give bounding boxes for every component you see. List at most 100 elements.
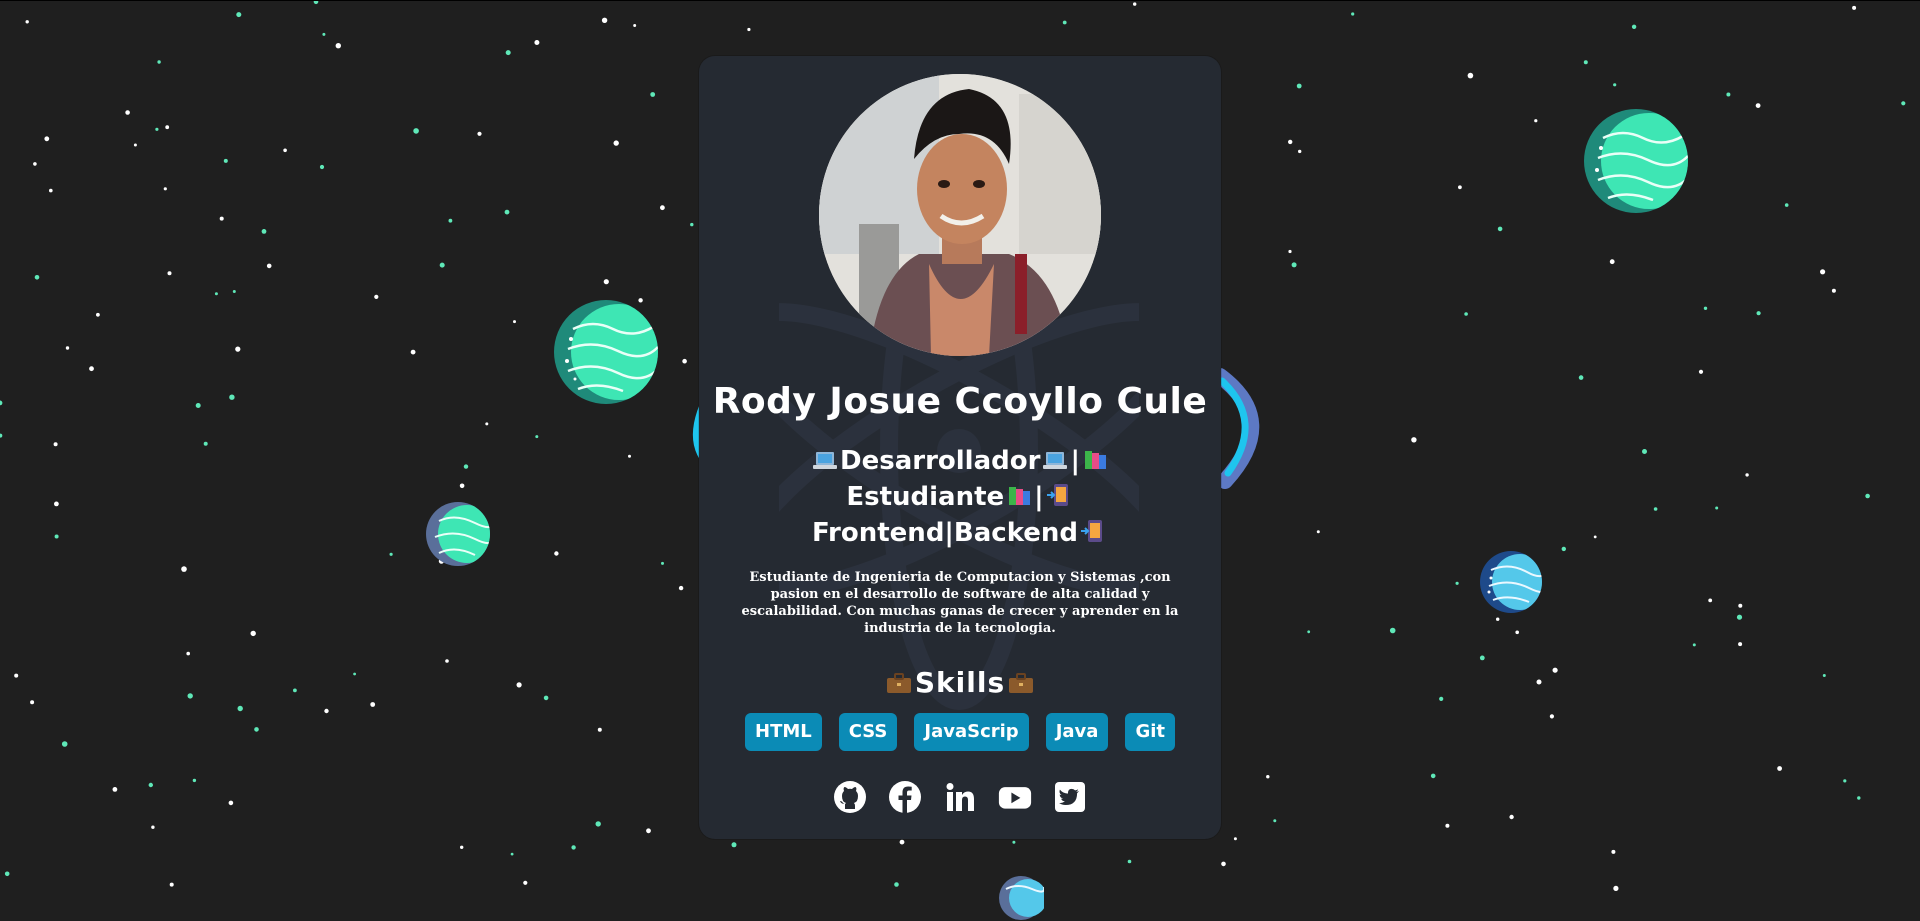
star	[54, 534, 59, 539]
star	[595, 821, 601, 827]
star	[1515, 630, 1519, 635]
star	[1708, 598, 1713, 603]
star	[324, 708, 329, 714]
star	[313, 1, 319, 5]
star	[195, 403, 201, 408]
star	[266, 263, 272, 269]
star	[1549, 714, 1554, 719]
star	[894, 882, 899, 887]
skill-badge-html: HTML	[745, 713, 822, 751]
star	[1389, 627, 1396, 634]
facebook-icon	[889, 781, 921, 813]
star	[1653, 507, 1658, 511]
star	[554, 551, 559, 556]
star	[603, 279, 609, 285]
star	[1445, 823, 1450, 828]
star	[1561, 546, 1567, 552]
star	[353, 672, 356, 676]
star	[1233, 837, 1237, 841]
star	[460, 845, 464, 849]
star	[1458, 185, 1462, 190]
star	[1062, 20, 1067, 25]
star	[89, 366, 94, 372]
star	[1578, 375, 1584, 380]
star	[4, 871, 10, 877]
star	[1726, 92, 1731, 97]
star	[1430, 773, 1436, 779]
star	[678, 585, 684, 591]
star	[571, 845, 576, 850]
star	[223, 158, 228, 163]
star	[293, 688, 297, 693]
star	[65, 346, 70, 350]
star	[237, 705, 243, 712]
star	[1583, 60, 1588, 65]
star	[1439, 696, 1444, 702]
planet-teal-right	[1584, 109, 1688, 213]
star	[1288, 139, 1293, 145]
star	[543, 695, 549, 701]
star	[504, 209, 510, 215]
star	[1221, 861, 1226, 867]
star	[646, 828, 651, 834]
star	[523, 880, 528, 885]
star	[650, 92, 656, 97]
star	[1784, 203, 1789, 207]
star	[163, 187, 167, 191]
star	[1464, 312, 1468, 316]
books-icon	[1084, 451, 1106, 469]
star	[236, 12, 242, 18]
skill-badge-css: CSS	[838, 713, 898, 751]
star	[1127, 859, 1132, 864]
star	[151, 825, 155, 829]
star	[203, 441, 208, 446]
books-icon	[1009, 487, 1031, 505]
star	[389, 552, 393, 556]
star	[445, 659, 449, 663]
github-link[interactable]	[833, 780, 867, 814]
star	[1509, 814, 1514, 820]
star	[513, 320, 516, 324]
star	[485, 422, 489, 426]
star	[1593, 535, 1597, 539]
youtube-link[interactable]	[998, 780, 1032, 814]
mobile-arrow-icon	[1081, 520, 1103, 542]
star	[1843, 779, 1847, 783]
star	[1411, 437, 1417, 443]
star	[219, 216, 224, 221]
star	[167, 271, 172, 276]
star	[1307, 630, 1311, 634]
star	[660, 205, 665, 211]
profile-roles: Desarrollador | Estudiante | Frontend|Back…	[699, 443, 1221, 551]
star	[1552, 667, 1558, 673]
star	[1467, 72, 1474, 79]
star	[1756, 311, 1761, 316]
star	[1642, 449, 1647, 454]
star	[1611, 849, 1616, 854]
skills-heading: Skills	[699, 666, 1221, 699]
star	[157, 60, 161, 64]
star	[0, 400, 3, 406]
facebook-link[interactable]	[888, 780, 922, 814]
star	[261, 229, 267, 234]
star	[374, 294, 379, 299]
star	[1273, 819, 1277, 823]
star	[1266, 775, 1270, 779]
star	[370, 702, 376, 707]
star	[1703, 306, 1708, 310]
star	[1715, 506, 1719, 510]
linkedin-link[interactable]	[943, 780, 977, 814]
skill-badge-javascript: JavaScrip	[914, 713, 1029, 751]
twitter-link[interactable]	[1053, 780, 1087, 814]
star	[1831, 288, 1836, 293]
star	[661, 561, 664, 565]
star	[1497, 226, 1503, 232]
star	[49, 188, 53, 193]
star	[1298, 149, 1302, 154]
linkedin-icon	[946, 783, 974, 811]
star	[33, 162, 37, 166]
skills-list: HTML CSS JavaScrip Java Git	[699, 713, 1221, 751]
star	[601, 17, 608, 23]
star	[1609, 259, 1615, 265]
star	[597, 727, 602, 732]
